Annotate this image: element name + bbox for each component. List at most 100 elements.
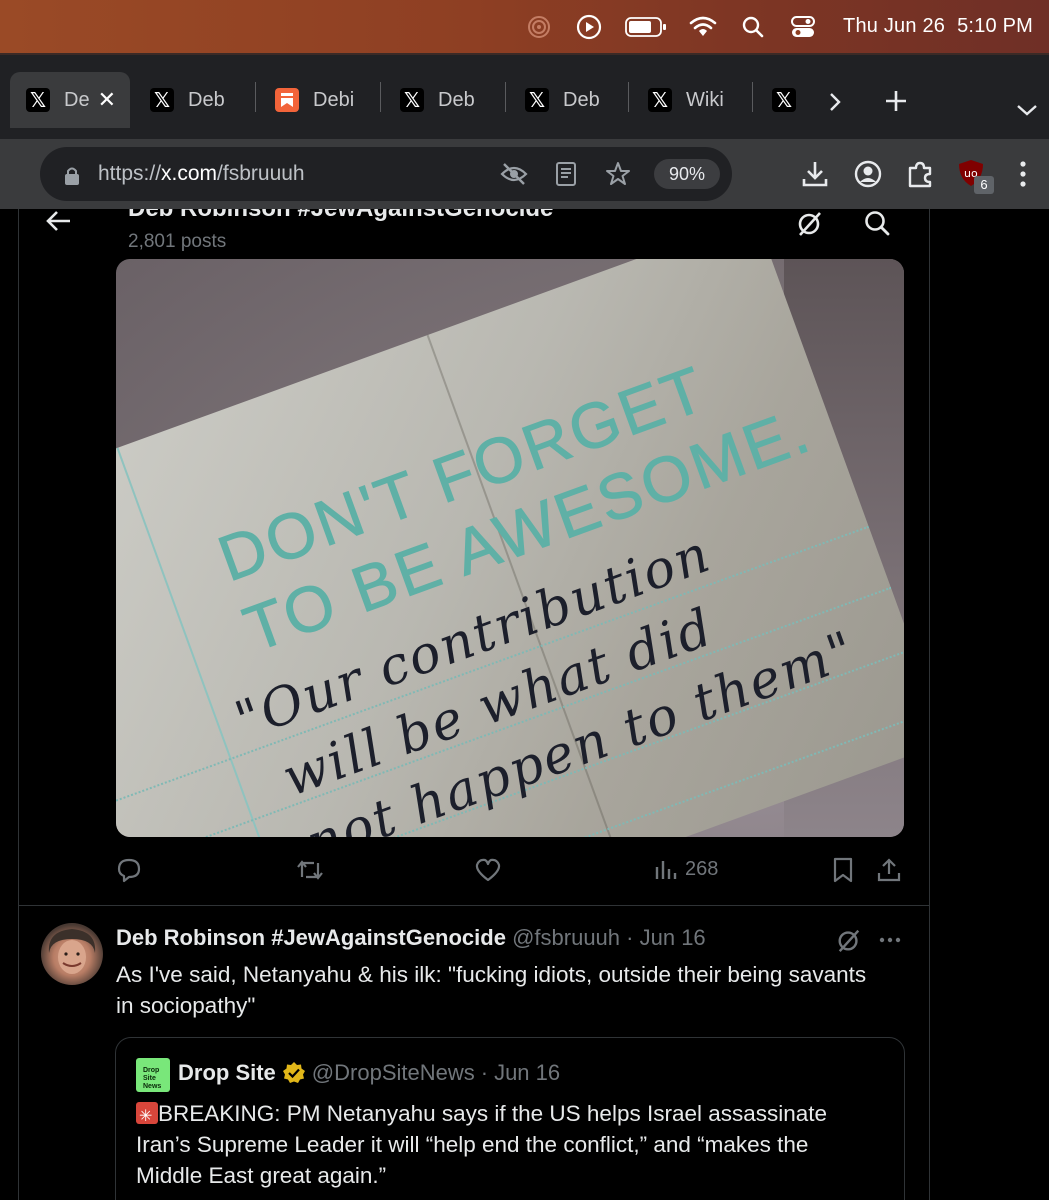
x-logo-icon: 𝕏 bbox=[150, 88, 174, 112]
bookmark-app-icon bbox=[275, 88, 299, 112]
heart-icon bbox=[475, 858, 501, 882]
close-tab-icon[interactable]: ✕ bbox=[98, 87, 116, 113]
chevron-down-icon bbox=[1017, 105, 1037, 116]
x-logo-icon: 𝕏 bbox=[26, 88, 50, 112]
grok-icon[interactable] bbox=[796, 209, 824, 237]
tab-6[interactable]: 𝕏 Wiki bbox=[648, 72, 724, 128]
column-border bbox=[18, 209, 19, 1200]
tab-1[interactable]: 𝕏 De ✕ bbox=[10, 72, 130, 128]
x-logo-icon: 𝕏 bbox=[525, 88, 549, 112]
handwritten-note: DON'T FORGET TO BE AWESOME. "Our contrib… bbox=[116, 259, 904, 837]
battery-icon[interactable] bbox=[625, 13, 667, 41]
rotating-light-icon bbox=[136, 1101, 158, 1132]
verified-badge-icon bbox=[282, 1062, 305, 1083]
browser-tab-strip: 𝕏 De ✕ 𝕏 Deb Debi 𝕏 Deb 𝕏 Deb 𝕏 Wiki 𝕏 bbox=[0, 53, 1049, 139]
quoted-tweet-text: BREAKING: PM Netanyahu says if the US he… bbox=[136, 1098, 876, 1191]
tab-divider bbox=[255, 82, 256, 112]
repost-icon bbox=[297, 860, 323, 880]
quoted-author-handle[interactable]: @DropSiteNews bbox=[312, 1060, 475, 1086]
avatar[interactable] bbox=[41, 923, 103, 985]
scroll-tabs-right-button[interactable] bbox=[818, 85, 852, 119]
bookmark-button[interactable] bbox=[832, 857, 854, 883]
column-border bbox=[929, 209, 930, 1200]
bookmark-icon bbox=[833, 857, 853, 883]
extension-badge: 6 bbox=[974, 176, 994, 194]
view-count: 268 bbox=[685, 857, 719, 880]
browser-toolbar: https://x.com/fsbruuuh 90% uo 6 bbox=[0, 139, 1049, 209]
new-tab-button[interactable] bbox=[878, 83, 914, 119]
tab-search-button[interactable] bbox=[1010, 93, 1044, 127]
tab-label: De bbox=[64, 88, 90, 111]
search-icon[interactable] bbox=[863, 209, 891, 237]
tab-divider bbox=[380, 82, 381, 112]
tab-divider bbox=[628, 82, 629, 112]
tab-4[interactable]: 𝕏 Deb bbox=[400, 72, 475, 128]
tab-label: Deb bbox=[188, 88, 225, 111]
tweet-photo[interactable]: DON'T FORGET TO BE AWESOME. "Our contrib… bbox=[116, 259, 904, 837]
quoted-tweet-header: Drop Site @DropSiteNews · Jun 16 bbox=[178, 1060, 560, 1086]
tab-label: Wiki bbox=[686, 88, 724, 111]
bookmark-star-icon[interactable] bbox=[605, 161, 631, 187]
share-icon bbox=[877, 858, 901, 882]
quoted-text-body: BREAKING: PM Netanyahu says if the US he… bbox=[136, 1101, 828, 1188]
menubar-date: Thu Jun 26 bbox=[843, 15, 946, 37]
x-logo-icon: 𝕏 bbox=[400, 88, 424, 112]
reader-mode-icon[interactable] bbox=[554, 161, 578, 187]
grok-icon[interactable] bbox=[836, 927, 862, 953]
drop-site-logo: Drop Site News bbox=[136, 1058, 170, 1092]
repost-button[interactable] bbox=[296, 857, 324, 883]
tab-label: Debi bbox=[313, 88, 355, 111]
tweet-divider bbox=[18, 905, 930, 906]
more-options-icon[interactable] bbox=[877, 927, 903, 953]
play-circle-icon[interactable] bbox=[575, 13, 603, 41]
profile-icon[interactable] bbox=[853, 159, 883, 189]
profile-post-count: 2,801 posts bbox=[128, 231, 227, 252]
reply-icon bbox=[117, 858, 141, 883]
tweet-text: As I've said, Netanyahu & his ilk: "fuck… bbox=[116, 959, 916, 1021]
tweet-action-bar: 268 bbox=[116, 857, 906, 887]
tab-7[interactable]: 𝕏 bbox=[772, 72, 810, 128]
tab-divider bbox=[505, 82, 506, 112]
plus-icon bbox=[886, 91, 906, 111]
menubar-time: 5:10 PM bbox=[957, 15, 1033, 37]
quoted-author-name[interactable]: Drop Site bbox=[178, 1060, 276, 1086]
menubar-clock[interactable]: Thu Jun 26 5:10 PM bbox=[843, 15, 1033, 38]
tab-2[interactable]: 𝕏 Deb bbox=[150, 72, 225, 128]
tweet-text-line: in sociopathy" bbox=[116, 993, 256, 1018]
control-center-icon[interactable] bbox=[789, 13, 817, 41]
extensions-puzzle-icon[interactable] bbox=[905, 159, 935, 189]
analytics-bars-icon bbox=[655, 861, 677, 879]
address-bar[interactable]: https://x.com/fsbruuuh 90% bbox=[40, 147, 732, 201]
eye-off-icon[interactable] bbox=[500, 161, 528, 187]
x-profile-timeline: Deb Robinson #JewAgainstGenocide 2,801 p… bbox=[0, 209, 1049, 1200]
zoom-level-indicator[interactable]: 90% bbox=[654, 159, 720, 189]
spotlight-search-icon[interactable] bbox=[739, 13, 767, 41]
chevron-right-icon bbox=[830, 93, 841, 111]
tab-label: Deb bbox=[438, 88, 475, 111]
tweet-date[interactable]: Jun 16 bbox=[640, 925, 706, 950]
macos-menu-bar: Thu Jun 26 5:10 PM bbox=[0, 0, 1049, 53]
wifi-icon[interactable] bbox=[689, 13, 717, 41]
quoted-date[interactable]: Jun 16 bbox=[494, 1060, 560, 1086]
download-icon[interactable] bbox=[800, 159, 830, 189]
quoted-dot: · bbox=[480, 1060, 489, 1085]
quoted-tweet-card[interactable]: Drop Site News Drop Site @DropSiteNews ·… bbox=[115, 1037, 905, 1200]
tweet-author-name[interactable]: Deb Robinson #JewAgainstGenocide bbox=[116, 925, 506, 950]
back-arrow-icon[interactable] bbox=[44, 209, 72, 233]
views-button[interactable]: 268 bbox=[653, 857, 718, 881]
url-text[interactable]: https://x.com/fsbruuuh bbox=[98, 162, 305, 186]
lock-icon[interactable] bbox=[64, 166, 80, 186]
tab-divider bbox=[752, 82, 753, 112]
tab-5[interactable]: 𝕏 Deb bbox=[525, 72, 600, 128]
tweet-header: Deb Robinson #JewAgainstGenocide @fsbruu… bbox=[116, 925, 706, 951]
tweet-dot: · bbox=[626, 925, 634, 950]
profile-header-name: Deb Robinson #JewAgainstGenocide bbox=[128, 209, 553, 223]
x-logo-icon: 𝕏 bbox=[772, 88, 796, 112]
like-button[interactable] bbox=[474, 857, 502, 883]
tab-3[interactable]: Debi bbox=[275, 72, 354, 128]
kebab-menu-icon[interactable] bbox=[1016, 159, 1030, 189]
screen-recorder-icon[interactable] bbox=[525, 13, 553, 41]
tweet-author-handle[interactable]: @fsbruuuh bbox=[512, 925, 620, 950]
share-button[interactable] bbox=[876, 857, 902, 883]
reply-button[interactable] bbox=[116, 857, 142, 883]
